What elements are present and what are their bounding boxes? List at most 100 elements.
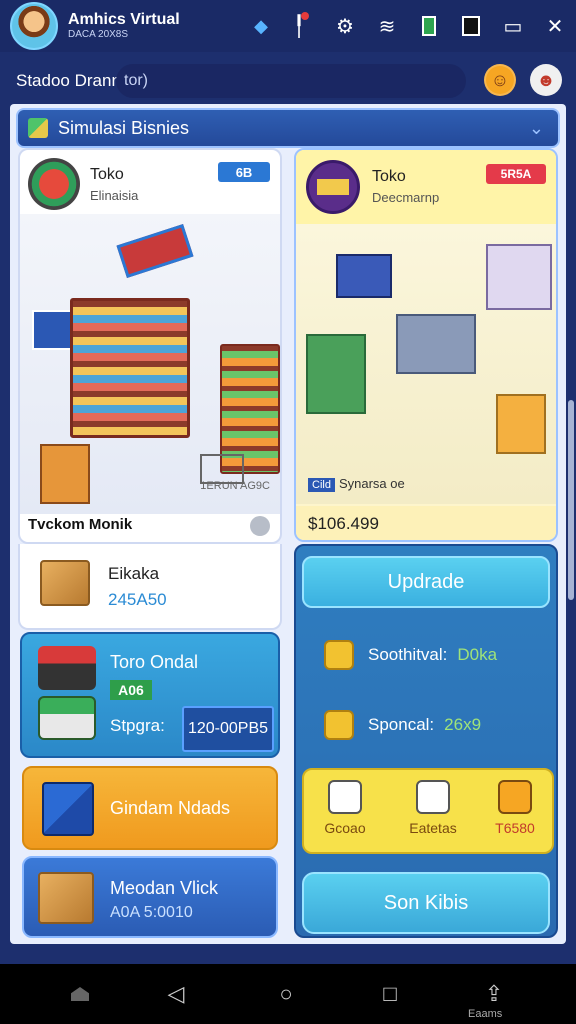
badge-icon	[324, 710, 354, 740]
truck-icon	[38, 646, 96, 690]
info-icon[interactable]	[250, 516, 270, 536]
order-card[interactable]: Toro Ondal A06 Stpgra: 120-00PB5	[20, 632, 280, 758]
recent-apps-icon[interactable]: □	[370, 978, 410, 1010]
battery-green-icon	[412, 9, 446, 43]
mini-action-box[interactable]: Eatetas	[398, 780, 468, 836]
right-shop-logo-icon	[306, 160, 360, 214]
app-titles: Amhics Virtual DACA 20X8S	[68, 11, 180, 41]
home-icon[interactable]	[58, 978, 102, 1010]
star-icon	[324, 640, 354, 670]
right-art-caption: Cild Synarsa oe	[308, 476, 405, 492]
sell-button[interactable]: Son Kibis	[302, 872, 550, 934]
back-icon[interactable]: ◁	[156, 978, 196, 1010]
shop-logo-icon	[28, 158, 80, 210]
stat-label: Soothitval:	[368, 645, 448, 664]
battery-black-icon	[454, 9, 488, 43]
order-label: Stpgra:	[110, 716, 165, 735]
stat-value: 26x9	[444, 715, 482, 734]
right-shop-badge: 5R5A	[486, 164, 546, 184]
goods-button-title: Meodan Vlick	[110, 878, 219, 898]
subbar-label: Stadoo Drann	[16, 71, 121, 90]
department-store-illustration	[296, 224, 556, 504]
profile-button[interactable]: ☻	[530, 64, 562, 96]
right-shop-subtitle: Deecmarnp	[372, 190, 440, 205]
mini-action-label: Gcoao	[324, 820, 366, 836]
stat-row: Sponcal: 26x9	[324, 710, 481, 740]
left-shop-badge: 6B	[218, 162, 270, 182]
hand-icon	[328, 780, 362, 814]
search-field[interactable]: tor)	[116, 64, 466, 98]
window-icon[interactable]: ▭	[496, 9, 530, 43]
scrollbar[interactable]	[568, 400, 574, 600]
left-shop-card[interactable]: Toko Elinaisia 6B 1ERUN AG9C Tvckom Moni…	[18, 148, 282, 544]
warehouse-button-label: Gindam Ndads	[110, 798, 231, 818]
shopping-cart-icon	[496, 394, 546, 454]
left-shop-name: Tvckom Monik	[28, 516, 133, 533]
section-header[interactable]: Simulasi Bisnies ⌄	[16, 108, 560, 148]
right-stats-card: Updrade Soothitval: D0ka Sponcal: 26x9 G…	[294, 544, 558, 938]
section-title: Simulasi Bisnies	[58, 117, 190, 138]
wifi-icon: ≋	[378, 15, 396, 38]
left-shop-title: Toko	[90, 166, 124, 183]
right-price-bar: $106.499	[296, 506, 556, 540]
app-subtitle: DACA 20X8S	[68, 29, 129, 41]
stock-title: Eikaka	[108, 564, 160, 583]
upgrade-button[interactable]: Updrade	[302, 556, 550, 608]
mini-action-label: Eatetas	[409, 820, 457, 836]
counter-icon	[396, 314, 476, 374]
crate-icon	[42, 782, 94, 836]
shelf-icon	[306, 334, 366, 414]
goods-button-value: A0A 5:0010	[110, 904, 193, 921]
goods-box-icon	[38, 872, 94, 924]
stat-row: Soothitval: D0ka	[324, 640, 497, 670]
home-circle-icon[interactable]: ○	[266, 978, 306, 1010]
mini-action-label: T6580	[495, 820, 535, 836]
right-shop-card[interactable]: Toko Deecmarnp 5R5A Cild Synarsa oe $106.…	[294, 148, 558, 542]
close-icon[interactable]: ✕	[538, 9, 572, 43]
box-icon	[40, 560, 90, 606]
status-icons: ◆ ╿ ⚙ ≋ ▭ ✕	[224, 0, 576, 52]
left-art-caption: 1ERUN AG9C	[200, 480, 270, 492]
sub-bar: Stadoo Drann tor) ☺ ☻	[0, 58, 576, 104]
right-caption-tag: Cild	[308, 478, 335, 492]
produce-cart-icon	[40, 444, 90, 504]
stock-card[interactable]: Eikaka 245A50	[18, 544, 282, 630]
shelf-icon	[70, 298, 190, 438]
cube-icon	[416, 780, 450, 814]
signal-icon: ⚙	[336, 15, 354, 38]
order-price[interactable]: 120-00PB5	[182, 706, 274, 752]
main-panel: Simulasi Bisnies ⌄ Toko Elinaisia 6B 1ER…	[10, 104, 566, 944]
store-illustration	[20, 214, 280, 514]
goods-button[interactable]: Meodan Vlick A0A 5:0010	[22, 856, 278, 938]
mini-actions-row: Gcoao Eatetas T6580	[302, 768, 554, 854]
right-caption-text: Synarsa oe	[338, 476, 405, 491]
left-shop-subtitle: Elinaisia	[90, 188, 139, 203]
store-sign-icon	[116, 224, 194, 278]
warehouse-button[interactable]: Gindam Ndads	[22, 766, 278, 850]
mini-action-coin[interactable]: T6580	[480, 780, 550, 836]
user-avatar[interactable]	[10, 2, 58, 50]
stat-label: Sponcal:	[368, 715, 435, 734]
top-bar: Amhics Virtual DACA 20X8S ◆ ╿ ⚙ ≋ ▭ ✕	[0, 0, 576, 52]
right-shop-header: Toko Deecmarnp 5R5A	[296, 150, 556, 224]
chevron-down-icon[interactable]: ⌄	[529, 118, 544, 139]
diamond-icon: ◆	[254, 15, 268, 36]
coin-icon	[498, 780, 532, 814]
share-label: Eaams	[468, 1008, 503, 1020]
share-icon[interactable]: ⇪	[474, 978, 514, 1010]
app-title: Amhics Virtual	[68, 11, 180, 29]
store-board-icon	[336, 254, 392, 298]
register-icon	[38, 696, 96, 740]
right-shop-title: Toko	[372, 168, 406, 185]
emoji-button[interactable]: ☺	[484, 64, 516, 96]
stock-value: 245A50	[108, 590, 167, 609]
business-icon	[28, 118, 48, 138]
right-shop-price: $106.499	[308, 514, 379, 533]
bottom-nav: ◁ ○ □ ⇪ Eaams	[0, 964, 576, 1024]
fridge-icon	[486, 244, 552, 310]
search-field-value: tor)	[124, 72, 148, 89]
order-tag: A06	[110, 680, 152, 700]
mini-action-hand[interactable]: Gcoao	[310, 780, 380, 836]
order-title: Toro Ondal	[110, 652, 199, 672]
stat-value: D0ka	[457, 645, 498, 664]
